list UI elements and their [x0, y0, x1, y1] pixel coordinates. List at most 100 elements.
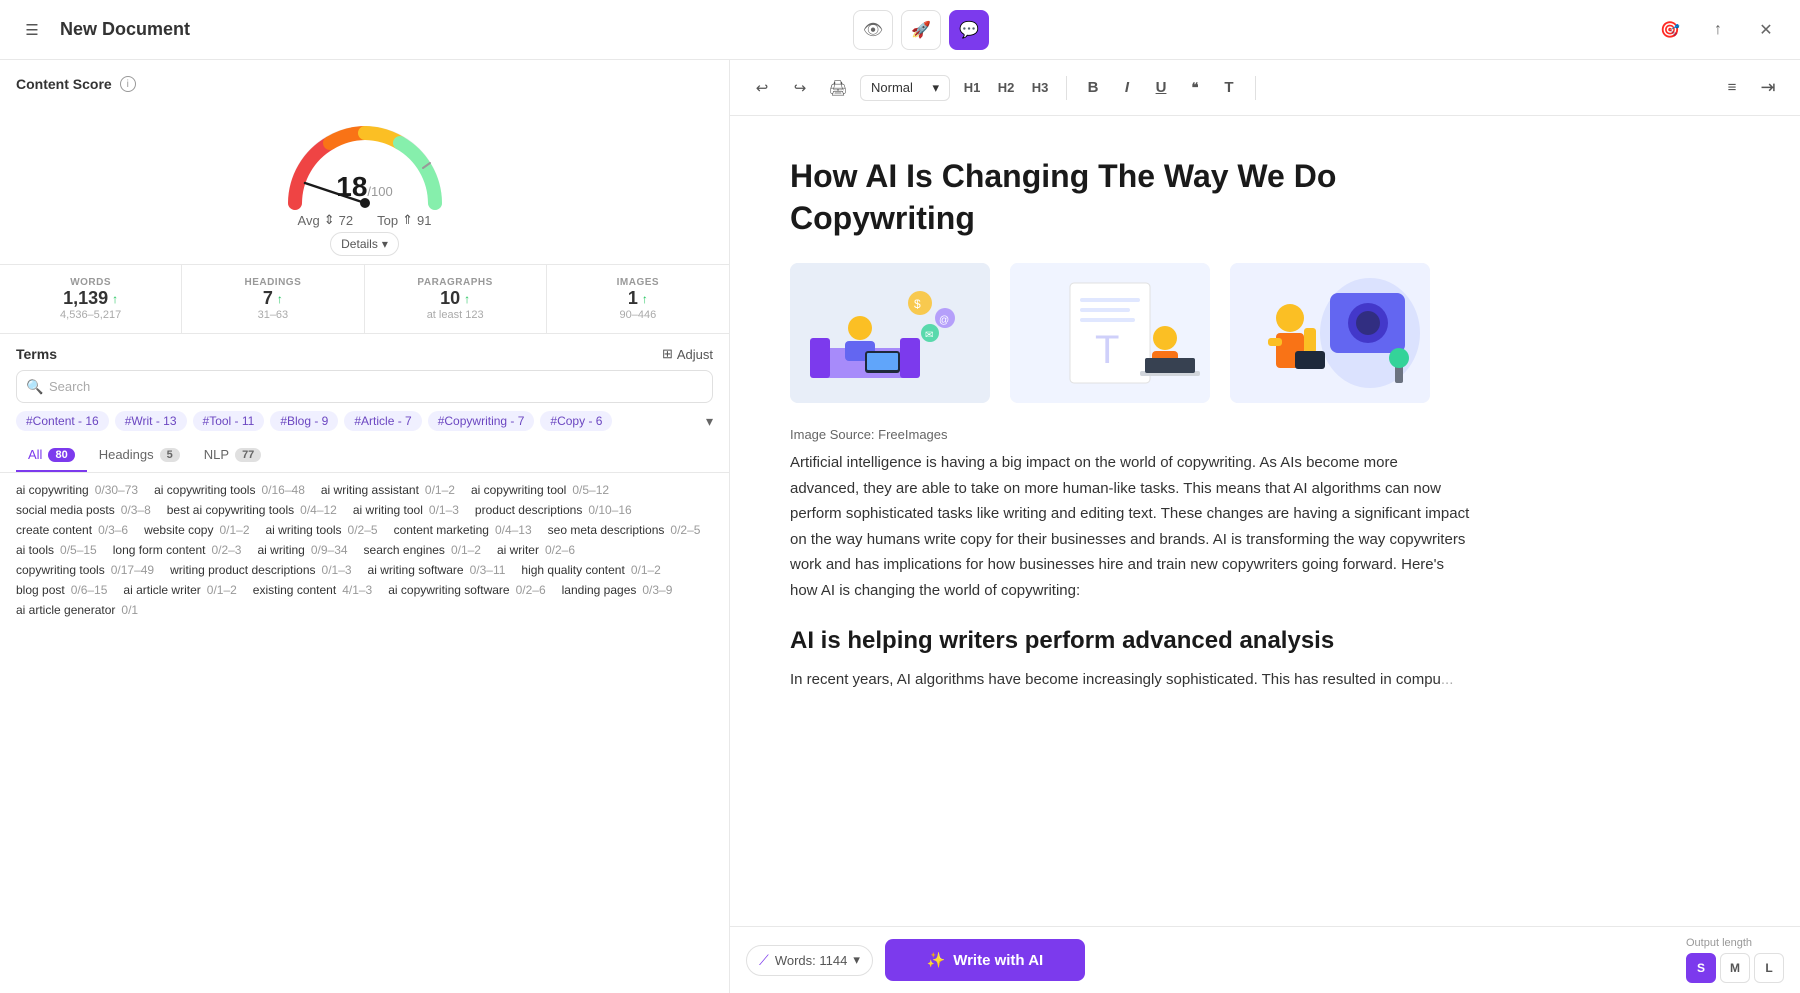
italic-button[interactable]: I — [1111, 72, 1143, 104]
quote-button[interactable]: ❝ — [1179, 72, 1211, 104]
export-icon: ↑ — [1714, 21, 1722, 39]
article-subtitle-body: In recent years, AI algorithms have beco… — [790, 667, 1470, 693]
article-body: Artificial intelligence is having a big … — [790, 450, 1470, 603]
term-name: ai article generator — [16, 603, 115, 617]
search-input[interactable] — [16, 370, 713, 403]
tab-all[interactable]: All 80 — [16, 439, 87, 472]
info-icon[interactable]: i — [120, 76, 136, 92]
list-item[interactable]: long form content0/2–3 — [113, 543, 242, 557]
menu-button[interactable]: ☰ — [16, 14, 48, 46]
list-item[interactable]: high quality content0/1–2 — [521, 563, 660, 577]
output-s-button[interactable]: S — [1686, 953, 1716, 983]
collapse-button[interactable]: ⇥ — [1752, 72, 1784, 104]
list-item[interactable]: landing pages0/3–9 — [562, 583, 673, 597]
list-item[interactable]: search engines0/1–2 — [364, 543, 481, 557]
term-count: 0/1 — [121, 603, 138, 617]
tag-copywriting[interactable]: #Copywriting - 7 — [428, 411, 535, 431]
left-panel: Content Score i — [0, 60, 730, 993]
close-icon: ✕ — [1759, 20, 1772, 40]
term-name: writing product descriptions — [170, 563, 315, 577]
close-button[interactable]: ✕ — [1748, 12, 1784, 48]
list-item[interactable]: website copy0/1–2 — [144, 523, 249, 537]
list-item[interactable]: best ai copywriting tools0/4–12 — [167, 503, 337, 517]
align-button[interactable]: ≡ — [1716, 72, 1748, 104]
format-select[interactable]: Normal ▾ — [860, 75, 950, 101]
list-item[interactable]: ai copywriting tool0/5–12 — [471, 483, 609, 497]
underline-button[interactable]: U — [1145, 72, 1177, 104]
write-ai-button[interactable]: ✨ Write with AI — [885, 939, 1085, 981]
adjust-button[interactable]: ⊞ Adjust — [662, 346, 713, 362]
tag-tool[interactable]: #Tool - 11 — [193, 411, 265, 431]
h1-button[interactable]: H1 — [956, 72, 988, 104]
list-item[interactable]: ai article writer0/1–2 — [123, 583, 236, 597]
list-item[interactable]: ai copywriting0/30–73 — [16, 483, 138, 497]
write-ai-icon: ✨ — [927, 951, 946, 969]
right-panel: ↩ ↪ 🖨 Normal ▾ H1 H2 H3 B — [730, 60, 1800, 993]
term-name: existing content — [253, 583, 336, 597]
editor-content[interactable]: How AI Is Changing The Way We Do Copywri… — [730, 116, 1800, 926]
list-item[interactable]: ai writing tool0/1–3 — [353, 503, 459, 517]
list-item[interactable]: ai article generator 0/1 — [16, 603, 138, 617]
gauge-score: 18/100 — [336, 171, 392, 203]
list-item[interactable]: blog post0/6–15 — [16, 583, 107, 597]
words-badge[interactable]: ⟋ Words: 1144 ▾ — [746, 945, 873, 976]
gauge-score-denom: /100 — [367, 184, 392, 199]
tag-article[interactable]: #Article - 7 — [344, 411, 421, 431]
list-item[interactable]: create content0/3–6 — [16, 523, 128, 537]
list-item[interactable]: writing product descriptions0/1–3 — [170, 563, 351, 577]
tag-writ[interactable]: #Writ - 13 — [115, 411, 187, 431]
output-l-button[interactable]: L — [1754, 953, 1784, 983]
document-title: New Document — [60, 19, 190, 40]
list-item[interactable]: ai writing software0/3–11 — [368, 563, 506, 577]
tag-copy[interactable]: #Copy - 6 — [540, 411, 612, 431]
export-button[interactable]: ↑ — [1700, 12, 1736, 48]
term-count: 0/1–2 — [451, 543, 481, 557]
term-count: 0/3–9 — [642, 583, 672, 597]
chevron-down-icon: ▾ — [853, 952, 860, 968]
list-item[interactable]: ai writing tools0/2–5 — [266, 523, 378, 537]
article-image-1: $ @ ✉ — [790, 263, 990, 403]
list-item[interactable]: ai writing0/9–34 — [257, 543, 347, 557]
list-item[interactable]: content marketing0/4–13 — [394, 523, 532, 537]
list-item[interactable]: product descriptions0/10–16 — [475, 503, 632, 517]
list-item[interactable]: ai writer0/2–6 — [497, 543, 575, 557]
search-container: 🔍 — [0, 370, 729, 411]
undo-button[interactable]: ↩ — [746, 72, 778, 104]
tag-blog[interactable]: #Blog - 9 — [270, 411, 338, 431]
target-icon-button[interactable]: 🎯 — [1652, 12, 1688, 48]
gauge-wrapper: 18/100 — [275, 108, 455, 208]
header-center: 👁 🚀 💬 — [853, 10, 989, 50]
eye-button[interactable]: 👁 — [853, 10, 893, 50]
svg-text:✉: ✉ — [925, 330, 933, 341]
details-button[interactable]: Details ▾ — [330, 232, 399, 256]
list-item[interactable]: ai writing assistant0/1–2 — [321, 483, 455, 497]
print-button[interactable]: 🖨 — [822, 72, 854, 104]
list-item[interactable]: existing content 4/1–3 — [253, 583, 372, 597]
heading-buttons: H1 H2 H3 — [956, 72, 1056, 104]
output-m-button[interactable]: M — [1720, 953, 1750, 983]
h2-button[interactable]: H2 — [990, 72, 1022, 104]
term-count: 4/1–3 — [342, 583, 372, 597]
list-item[interactable]: ai copywriting software0/2–6 — [388, 583, 545, 597]
article-source: Image Source: FreeImages — [790, 427, 1740, 442]
chevron-down-icon[interactable]: ▾ — [706, 413, 713, 430]
list-item[interactable]: ai copywriting tools0/16–48 — [154, 483, 305, 497]
h3-button[interactable]: H3 — [1024, 72, 1056, 104]
rocket-button[interactable]: 🚀 — [901, 10, 941, 50]
list-item[interactable]: ai tools0/5–15 — [16, 543, 97, 557]
list-item[interactable]: seo meta descriptions0/2–5 — [548, 523, 701, 537]
list-item[interactable]: copywriting tools0/17–49 — [16, 563, 154, 577]
term-count: 0/9–34 — [311, 543, 348, 557]
tag-content[interactable]: #Content - 16 — [16, 411, 109, 431]
term-name: create content — [16, 523, 92, 537]
article-title: How AI Is Changing The Way We Do Copywri… — [790, 156, 1490, 239]
print-icon: 🖨 — [828, 79, 847, 97]
list-item[interactable]: social media posts0/3–8 — [16, 503, 151, 517]
bold-button[interactable]: B — [1077, 72, 1109, 104]
tab-headings[interactable]: Headings 5 — [87, 439, 192, 472]
chat-button[interactable]: 💬 — [949, 10, 989, 50]
text-format-button[interactable]: T — [1213, 72, 1245, 104]
tab-nlp[interactable]: NLP 77 — [192, 439, 274, 472]
bottom-bar: ⟋ Words: 1144 ▾ ✨ Write with AI Output l… — [730, 926, 1800, 993]
redo-button[interactable]: ↪ — [784, 72, 816, 104]
